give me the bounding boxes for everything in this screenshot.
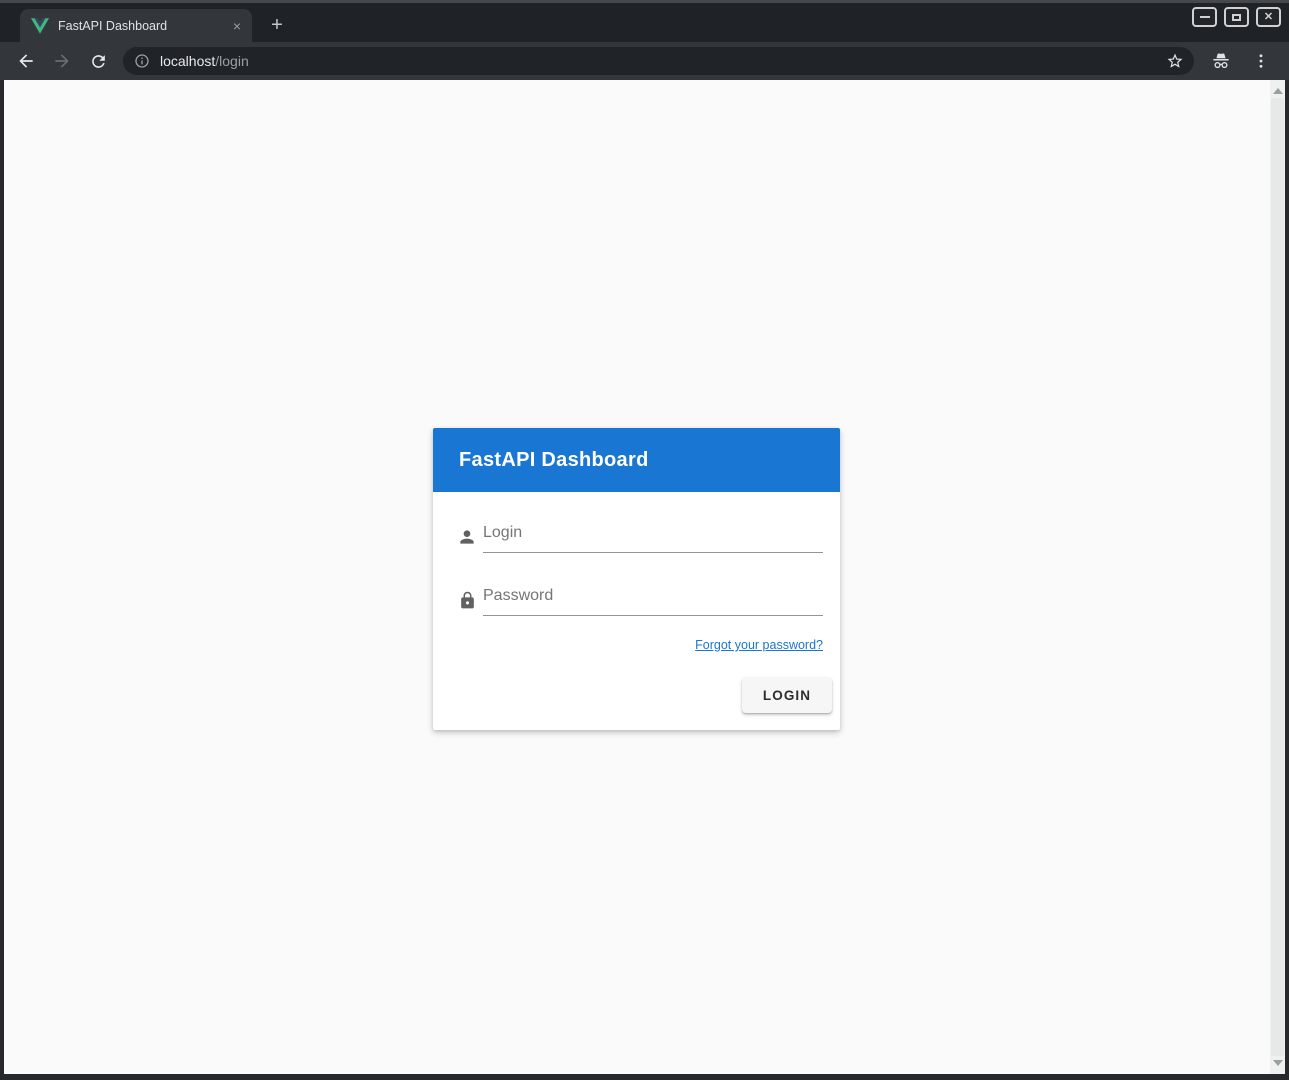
- tab-close-icon[interactable]: ×: [228, 17, 246, 35]
- browser-menu-button[interactable]: [1246, 47, 1276, 75]
- browser-toolbar: localhost/login: [0, 42, 1289, 80]
- reload-icon: [89, 52, 108, 71]
- menu-kebab-icon: [1252, 52, 1270, 70]
- new-tab-button[interactable]: +: [264, 12, 290, 38]
- login-card: FastAPI Dashboard Forgot your passwo: [433, 428, 840, 730]
- login-input[interactable]: [483, 518, 823, 553]
- login-field-row: [455, 518, 823, 553]
- back-button[interactable]: [12, 47, 40, 75]
- person-icon: [455, 525, 479, 549]
- password-field-row: [455, 581, 823, 616]
- forward-button[interactable]: [48, 47, 76, 75]
- page-viewport: FastAPI Dashboard Forgot your passwo: [0, 80, 1289, 1074]
- title-bar: FastAPI Dashboard × + ✕: [0, 0, 1289, 42]
- login-card-title: FastAPI Dashboard: [459, 449, 649, 472]
- scrollbar-thumb[interactable]: [1271, 98, 1284, 1056]
- url-path: /login: [215, 53, 248, 69]
- vue-favicon-icon: [31, 18, 49, 34]
- site-info-icon[interactable]: [134, 53, 150, 69]
- login-button[interactable]: LOGIN: [742, 677, 832, 713]
- forgot-password-row: Forgot your password?: [455, 636, 823, 654]
- url-host: localhost: [160, 53, 215, 69]
- address-bar[interactable]: localhost/login: [123, 47, 1194, 75]
- login-card-header: FastAPI Dashboard: [433, 428, 840, 492]
- window-controls: ✕: [1192, 7, 1281, 27]
- url-text[interactable]: localhost/login: [160, 53, 1163, 69]
- page-scrollbar[interactable]: [1270, 80, 1285, 1074]
- tab-title: FastAPI Dashboard: [58, 19, 228, 33]
- lock-icon: [455, 588, 479, 612]
- window-close-button[interactable]: ✕: [1256, 7, 1281, 27]
- incognito-icon: [1210, 50, 1232, 72]
- window-maximize-button[interactable]: [1224, 7, 1249, 27]
- bookmark-star-icon: [1166, 52, 1184, 70]
- browser-tab[interactable]: FastAPI Dashboard ×: [20, 9, 252, 42]
- forgot-password-link[interactable]: Forgot your password?: [695, 638, 823, 652]
- browser-window: FastAPI Dashboard × + ✕ localhost/login: [0, 0, 1289, 1080]
- back-icon: [16, 51, 36, 71]
- login-card-body: Forgot your password? LOGIN: [433, 492, 840, 713]
- scroll-up-icon[interactable]: [1273, 88, 1283, 94]
- bookmark-button[interactable]: [1163, 49, 1187, 73]
- minimize-icon: [1200, 16, 1210, 18]
- card-actions: LOGIN: [455, 677, 832, 713]
- reload-button[interactable]: [84, 47, 112, 75]
- scroll-down-icon[interactable]: [1273, 1060, 1283, 1066]
- window-minimize-button[interactable]: [1192, 7, 1217, 27]
- forward-icon: [52, 51, 72, 71]
- incognito-indicator: [1206, 47, 1236, 75]
- password-input[interactable]: [483, 581, 823, 616]
- maximize-icon: [1232, 14, 1241, 21]
